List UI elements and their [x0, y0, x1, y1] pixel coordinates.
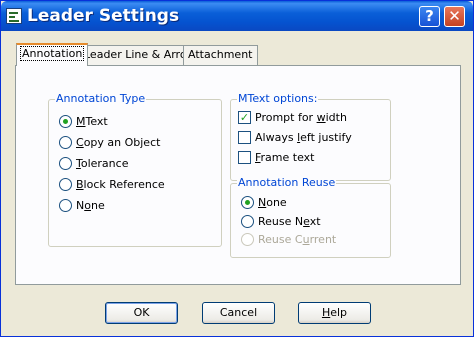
checkbox-label: Always left justify — [255, 131, 352, 144]
group-title: MText options: — [237, 92, 319, 105]
help-icon[interactable]: ? — [419, 6, 440, 27]
annotation-tab-panel: Annotation Type MText Copy an Object Tol… — [15, 65, 461, 285]
tab-attachment[interactable]: Attachment — [183, 45, 258, 65]
tab-annotation[interactable]: Annotation — [16, 43, 89, 66]
app-icon — [6, 8, 22, 24]
leader-settings-dialog: Leader Settings ? ✕ Annotation Leader Li… — [0, 0, 474, 337]
radio-label: Tolerance — [76, 157, 129, 170]
title-bar[interactable]: Leader Settings ? ✕ — [1, 1, 473, 31]
radio-button[interactable] — [241, 196, 254, 209]
checkbox-label: Prompt for width — [255, 111, 347, 124]
radio-button[interactable] — [59, 136, 72, 149]
cancel-button[interactable]: Cancel — [202, 302, 275, 324]
radio-button[interactable] — [59, 157, 72, 170]
radio-button[interactable] — [59, 115, 72, 128]
close-icon[interactable]: ✕ — [444, 6, 465, 27]
group-title: Annotation Type — [55, 92, 147, 105]
radio-label: Copy an Object — [76, 136, 161, 149]
radio-button[interactable] — [59, 178, 72, 191]
checkmark-icon[interactable]: ✓ — [238, 111, 251, 124]
annotation-reuse-group: Annotation Reuse None Reuse Next Reuse C… — [230, 176, 391, 258]
checkbox[interactable] — [238, 151, 251, 164]
radio-label: Reuse Current — [258, 233, 337, 246]
radio-label: Block Reference — [76, 178, 165, 191]
annotation-type-group: Annotation Type MText Copy an Object Tol… — [48, 92, 222, 247]
dialog-title: Leader Settings — [27, 6, 180, 26]
radio-label: MText — [76, 115, 108, 128]
radio-button[interactable] — [241, 215, 254, 228]
checkbox[interactable] — [238, 131, 251, 144]
radio-label: Reuse Next — [258, 215, 321, 228]
help-button[interactable]: Help — [298, 302, 371, 324]
group-title: Annotation Reuse — [237, 176, 337, 189]
radio-button — [241, 233, 254, 246]
checkbox-label: Frame text — [255, 151, 315, 164]
ok-button[interactable]: OK — [105, 302, 178, 324]
mtext-options-group: MText options: ✓ Prompt for width Always… — [230, 92, 391, 181]
radio-label: None — [258, 196, 287, 209]
radio-button[interactable] — [59, 199, 72, 212]
radio-label: None — [76, 199, 105, 212]
